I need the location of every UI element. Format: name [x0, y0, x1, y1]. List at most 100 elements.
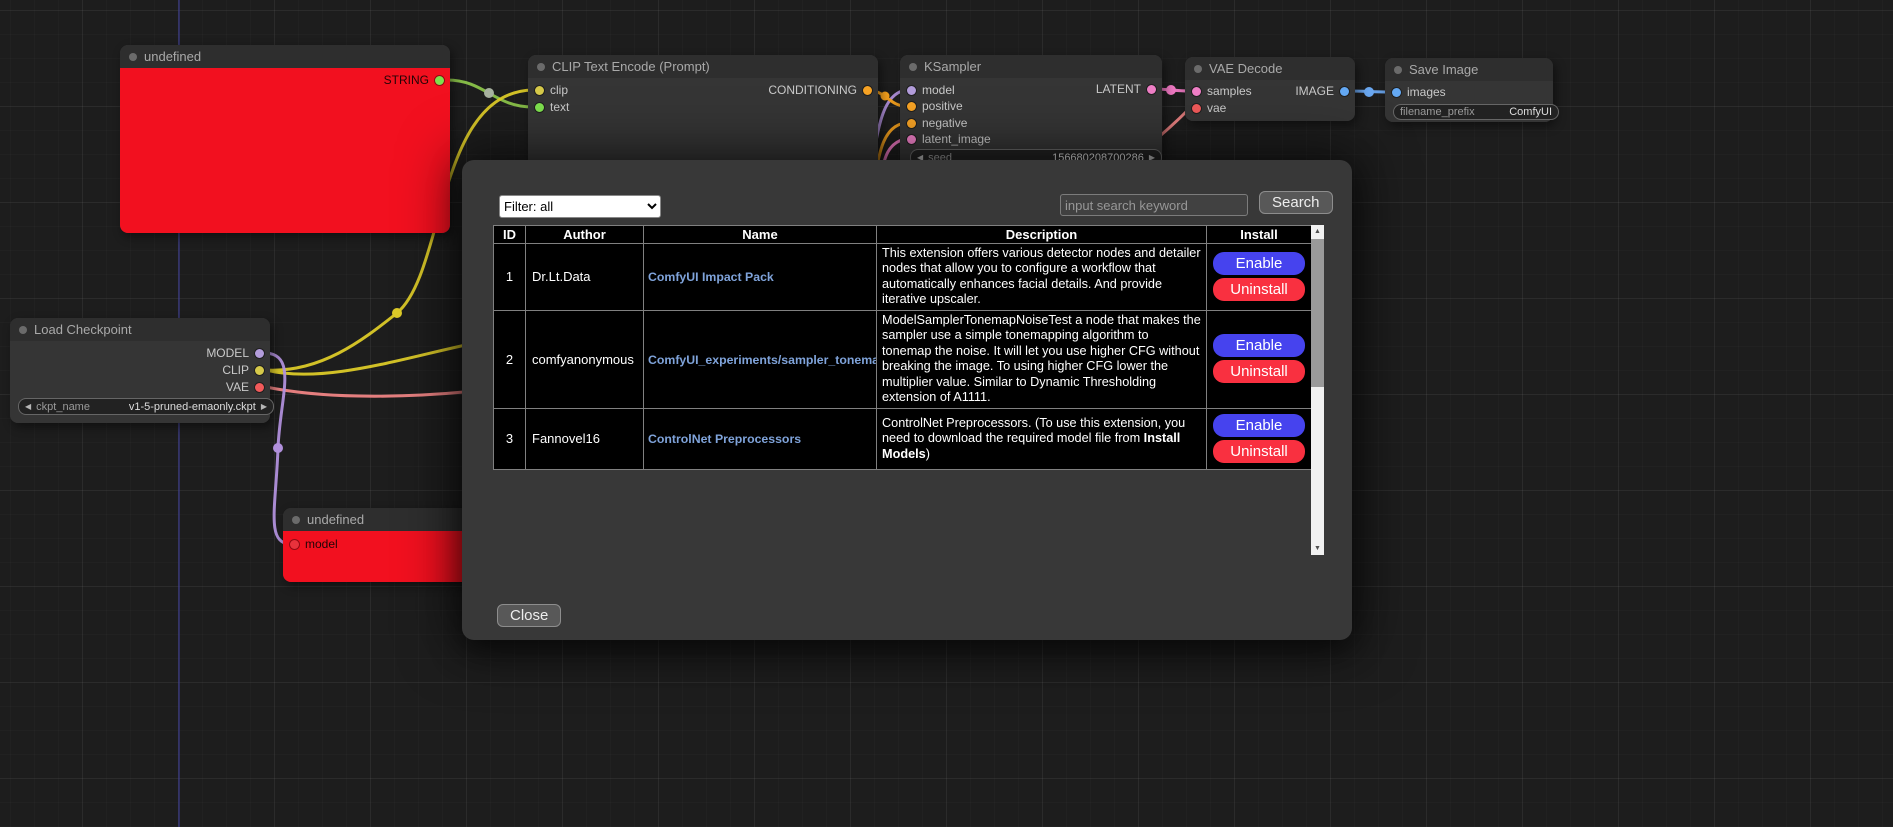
port-label: clip [550, 83, 568, 97]
output-port-latent[interactable]: LATENT [1096, 82, 1156, 96]
ckpt-name-widget[interactable]: ◀ ckpt_name v1-5-pruned-emaonly.ckpt ▶ [18, 398, 274, 415]
graph-canvas[interactable]: undefined STRING CLIP Text Encode (Promp… [0, 0, 1893, 827]
table-row: 2 comfyanonymous ComfyUI_experiments/sam… [494, 310, 1312, 408]
port-label: text [550, 100, 569, 114]
ext-id: 3 [494, 408, 526, 469]
output-port-model[interactable]: MODEL [206, 346, 264, 360]
widget-arrow-right-icon[interactable]: ▶ [261, 399, 267, 414]
port-label: model [922, 83, 955, 97]
collapse-dot-icon[interactable] [537, 63, 545, 71]
ext-description: This extension offers various detector n… [877, 244, 1207, 311]
link-midpoint-dot [484, 88, 494, 98]
node-title: undefined [307, 512, 364, 527]
node-title-bar[interactable]: CLIP Text Encode (Prompt) [528, 55, 878, 78]
output-port-dot[interactable] [1340, 87, 1349, 96]
input-port-dot[interactable] [535, 103, 544, 112]
node-title-bar[interactable]: Load Checkpoint [10, 318, 270, 341]
collapse-dot-icon[interactable] [292, 516, 300, 524]
output-port-string[interactable]: STRING [384, 73, 444, 87]
collapse-dot-icon[interactable] [129, 53, 137, 61]
input-port-dot[interactable] [907, 86, 916, 95]
output-port-vae[interactable]: VAE [226, 380, 264, 394]
uninstall-button[interactable]: Uninstall [1213, 440, 1305, 463]
header-id: ID [494, 226, 526, 244]
input-port-clip[interactable]: clip [535, 83, 568, 97]
header-install: Install [1207, 226, 1312, 244]
ext-author: Fannovel16 [526, 408, 644, 469]
input-port-dot[interactable] [290, 540, 299, 549]
collapse-dot-icon[interactable] [1394, 66, 1402, 74]
widget-arrow-left-icon[interactable]: ◀ [25, 399, 31, 414]
scrollbar[interactable]: ▲ ▼ [1311, 225, 1324, 555]
node-body [120, 68, 450, 233]
ext-name-link[interactable]: ControlNet Preprocessors [648, 432, 801, 446]
scroll-up-icon[interactable]: ▲ [1311, 225, 1324, 238]
output-port-dot[interactable] [435, 76, 444, 85]
output-port-dot[interactable] [1147, 85, 1156, 94]
search-input[interactable] [1060, 194, 1248, 216]
enable-button[interactable]: Enable [1213, 334, 1305, 357]
node-title-bar[interactable]: Save Image [1385, 58, 1553, 81]
input-port-dot[interactable] [535, 86, 544, 95]
input-port-samples[interactable]: samples [1192, 84, 1252, 98]
header-name: Name [644, 226, 877, 244]
input-port-negative[interactable]: negative [907, 116, 967, 130]
desc-text: ) [926, 447, 930, 461]
filter-select[interactable]: Filter: all [499, 195, 661, 218]
collapse-dot-icon[interactable] [909, 63, 917, 71]
input-port-dot[interactable] [1392, 88, 1401, 97]
input-port-dot[interactable] [907, 102, 916, 111]
collapse-dot-icon[interactable] [1194, 65, 1202, 73]
ext-id: 2 [494, 310, 526, 408]
enable-button[interactable]: Enable [1213, 414, 1305, 437]
close-button[interactable]: Close [497, 604, 561, 627]
input-port-dot[interactable] [1192, 104, 1201, 113]
ext-name-link[interactable]: ComfyUI Impact Pack [648, 270, 774, 284]
uninstall-button[interactable]: Uninstall [1213, 278, 1305, 301]
node-vae-decode[interactable]: VAE Decode samples vae IMAGE [1185, 57, 1355, 121]
output-port-conditioning[interactable]: CONDITIONING [768, 83, 872, 97]
input-port-model[interactable]: model [907, 83, 955, 97]
link-midpoint-dot [392, 308, 402, 318]
input-port-vae[interactable]: vae [1192, 101, 1226, 115]
widget-label: filename_prefix [1400, 106, 1475, 118]
output-port-dot[interactable] [255, 383, 264, 392]
link-midpoint-dot [881, 92, 890, 101]
node-title-bar[interactable]: VAE Decode [1185, 57, 1355, 80]
ext-name-link[interactable]: ComfyUI_experiments/sampler_tonemap [648, 353, 877, 367]
desc-text: ControlNet Preprocessors. (To use this e… [882, 416, 1185, 445]
input-port-dot[interactable] [907, 119, 916, 128]
output-port-dot[interactable] [863, 86, 872, 95]
input-port-dot[interactable] [1192, 87, 1201, 96]
wire-image-to-images [1349, 91, 1389, 92]
node-save-image[interactable]: Save Image images filename_prefix ComfyU… [1385, 58, 1553, 122]
enable-button[interactable]: Enable [1213, 252, 1305, 275]
output-port-dot[interactable] [255, 366, 264, 375]
node-title-bar[interactable]: KSampler [900, 55, 1162, 78]
header-author: Author [526, 226, 644, 244]
node-title-bar[interactable]: undefined [120, 45, 450, 68]
desc-text: ModelSamplerTonemapNoiseTest a node that… [882, 313, 1201, 404]
input-port-text[interactable]: text [535, 100, 569, 114]
scrollbar-thumb[interactable] [1311, 239, 1324, 387]
filename-prefix-widget[interactable]: filename_prefix ComfyUI [1393, 104, 1559, 120]
node-undefined-top[interactable]: undefined STRING [120, 45, 450, 233]
input-port-images[interactable]: images [1392, 85, 1446, 99]
output-port-clip[interactable]: CLIP [222, 363, 264, 377]
node-load-checkpoint[interactable]: Load Checkpoint MODEL CLIP VAE ◀ ckpt_na… [10, 318, 270, 423]
search-button[interactable]: Search [1259, 191, 1333, 214]
collapse-dot-icon[interactable] [19, 326, 27, 334]
node-title: undefined [144, 49, 201, 64]
input-port-dot[interactable] [907, 135, 916, 144]
scroll-down-icon[interactable]: ▼ [1311, 542, 1324, 555]
output-port-dot[interactable] [255, 349, 264, 358]
port-label: CONDITIONING [768, 83, 857, 97]
output-port-image[interactable]: IMAGE [1295, 84, 1349, 98]
port-label: CLIP [222, 363, 249, 377]
node-ksampler[interactable]: KSampler model positive negative latent_… [900, 55, 1162, 170]
input-port-model[interactable]: model [290, 537, 338, 551]
input-port-positive[interactable]: positive [907, 99, 963, 113]
uninstall-button[interactable]: Uninstall [1213, 360, 1305, 383]
input-port-latent-image[interactable]: latent_image [907, 132, 991, 146]
port-label: LATENT [1096, 82, 1141, 96]
